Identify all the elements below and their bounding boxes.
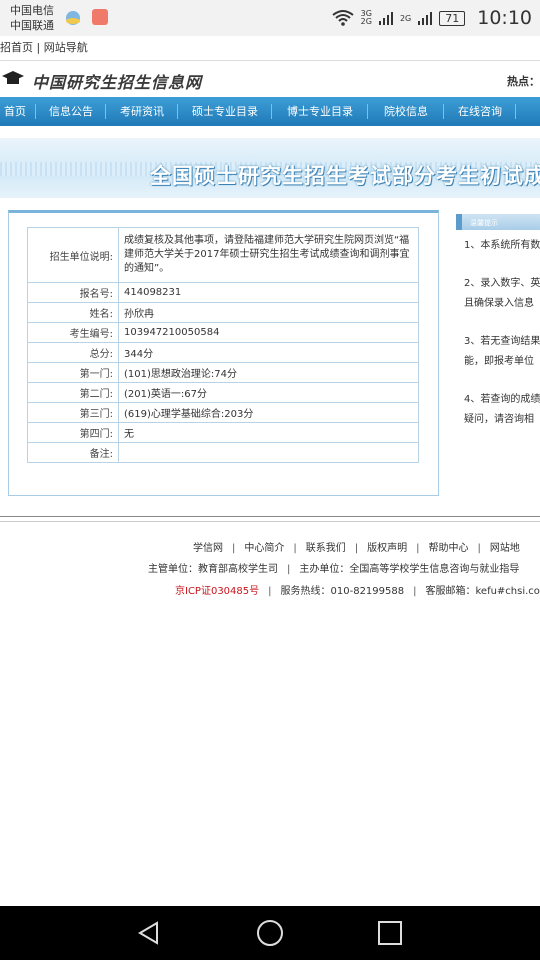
carrier-labels: 中国电信 中国联通 bbox=[10, 3, 54, 33]
nav-news[interactable]: 考研资讯 bbox=[106, 97, 178, 126]
tip-line: 能，即报考单位 bbox=[464, 356, 534, 367]
page-title: 全国硕士研究生招生考试部分考生初试成 bbox=[150, 164, 540, 188]
table-row: 第一门: (101)思想政治理论:74分 bbox=[27, 362, 419, 383]
row-value: 孙欣冉 bbox=[118, 302, 419, 323]
row-label: 第一门: bbox=[27, 362, 119, 383]
clock: 10:10 bbox=[477, 7, 532, 29]
row-value: 344分 bbox=[118, 342, 419, 363]
page-banner: 全国硕士研究生招生考试部分考生初试成 bbox=[0, 138, 540, 198]
footer-hotline: 服务热线：010-82199588 bbox=[280, 586, 405, 597]
battery-indicator: 71 bbox=[439, 10, 466, 26]
system-nav-bar bbox=[0, 906, 540, 960]
table-row: 备注: bbox=[27, 442, 419, 463]
row-value: 103947210050584 bbox=[118, 322, 419, 343]
row-value bbox=[118, 442, 419, 463]
row-value: (201)英语一:67分 bbox=[118, 382, 419, 403]
tip-line: 4、若查询的成绩 bbox=[464, 394, 540, 405]
tip-line: 3、若无查询结果 bbox=[464, 336, 540, 347]
footer-link-chsi[interactable]: 学信网 bbox=[193, 543, 223, 554]
row-label: 姓名: bbox=[27, 302, 119, 323]
carrier-1: 中国电信 bbox=[10, 4, 54, 17]
app-notification-icon bbox=[92, 9, 108, 25]
status-bar: 中国电信 中国联通 3G 2G 2G 71 10:10 bbox=[0, 0, 540, 36]
footer-contact: 京ICP证030485号 | 服务热线：010-82199588 | 客服邮箱：kefu… bbox=[175, 582, 540, 597]
table-row: 招生单位说明: 成绩复核及其他事项，请登陆福建师范大学研究生院网页浏览“福建师范… bbox=[27, 227, 419, 283]
nav-home[interactable]: 首页 bbox=[0, 97, 36, 126]
network-type-2: 2G bbox=[399, 13, 412, 23]
footer-email: 客服邮箱：kefu#chsi.com bbox=[425, 586, 540, 597]
row-label: 第二门: bbox=[27, 382, 119, 403]
score-table: 招生单位说明: 成绩复核及其他事项，请登陆福建师范大学研究生院网页浏览“福建师范… bbox=[27, 227, 419, 463]
row-value: (101)思想政治理论:74分 bbox=[118, 362, 419, 383]
footer-sponsor-b: 主办单位：全国高等学校学生信息咨询与就业指导 bbox=[299, 564, 520, 575]
table-row: 报名号: 414098231 bbox=[27, 282, 419, 303]
table-row: 第二门: (201)英语一:67分 bbox=[27, 382, 419, 403]
weather-icon bbox=[66, 11, 80, 25]
footer-link-sitemap[interactable]: 网站地 bbox=[490, 543, 520, 554]
table-row: 考生编号: 103947210050584 bbox=[27, 322, 419, 343]
row-value: 成绩复核及其他事项，请登陆福建师范大学研究生院网页浏览“福建师范大学关于2017… bbox=[118, 227, 419, 283]
score-result-panel: 招生单位说明: 成绩复核及其他事项，请登陆福建师范大学研究生院网页浏览“福建师范… bbox=[8, 210, 439, 496]
tip-line: 1、本系统所有数 bbox=[464, 240, 540, 251]
row-value: (619)心理学基础综合:203分 bbox=[118, 402, 419, 423]
row-label: 第三门: bbox=[27, 402, 119, 423]
wifi-icon bbox=[332, 10, 354, 26]
row-label: 招生单位说明: bbox=[27, 227, 119, 283]
footer-divider-2 bbox=[0, 521, 540, 522]
footer-icp[interactable]: 京ICP证030485号 bbox=[175, 586, 259, 597]
row-value: 无 bbox=[118, 422, 419, 443]
row-label: 第四门: bbox=[27, 422, 119, 443]
hot-label: 热点： bbox=[507, 75, 540, 88]
footer-link-copyright[interactable]: 版权声明 bbox=[367, 543, 407, 554]
nav-schools[interactable]: 院校信息 bbox=[368, 97, 444, 126]
table-row: 第三门: (619)心理学基础综合:203分 bbox=[27, 402, 419, 423]
tip-line: 疑问，请咨询相 bbox=[464, 414, 534, 425]
table-row: 姓名: 孙欣冉 bbox=[27, 302, 419, 323]
footer-sponsor-a: 主管单位：教育部高校学生司 bbox=[148, 564, 278, 575]
row-label: 考生编号: bbox=[27, 322, 119, 343]
footer-link-about[interactable]: 中心简介 bbox=[244, 543, 284, 554]
footer-divider bbox=[0, 516, 540, 517]
footer-link-contact[interactable]: 联系我们 bbox=[306, 543, 346, 554]
nav-masters-catalog[interactable]: 硕士专业目录 bbox=[178, 97, 272, 126]
tips-header-label: 温馨提示 bbox=[470, 219, 498, 227]
tip-line: 2、录入数字、英 bbox=[464, 278, 540, 289]
nav-consult[interactable]: 在线咨询 bbox=[444, 97, 516, 126]
site-logo[interactable]: 中国研究生招生信息网 bbox=[32, 69, 202, 93]
main-nav: 首页 信息公告 考研资讯 硕士专业目录 博士专业目录 院校信息 在线咨询 bbox=[0, 97, 540, 126]
footer-link-help[interactable]: 帮助中心 bbox=[429, 543, 469, 554]
row-label: 总分: bbox=[27, 342, 119, 363]
carrier-2: 中国联通 bbox=[10, 19, 54, 32]
tips-panel: 温馨提示 1、本系统所有数 2、录入数字、英 且确保录入信息 3、若无查询结果 … bbox=[456, 210, 540, 450]
graduation-cap-icon bbox=[2, 71, 24, 84]
nav-notices[interactable]: 信息公告 bbox=[36, 97, 106, 126]
signal-icon-2 bbox=[418, 12, 433, 25]
row-label: 报名号: bbox=[27, 282, 119, 303]
status-right: 3G 2G 2G 71 10:10 bbox=[331, 6, 532, 30]
top-links[interactable]: 招首页 | 网站导航 bbox=[0, 36, 540, 61]
table-row: 总分: 344分 bbox=[27, 342, 419, 363]
recents-icon[interactable] bbox=[377, 920, 403, 946]
row-value: 414098231 bbox=[118, 282, 419, 303]
signal-icon-1 bbox=[378, 12, 393, 25]
row-label: 备注: bbox=[27, 442, 119, 463]
footer-links: 学信网 | 中心简介 | 联系我们 | 版权声明 | 帮助中心 | 网站地 bbox=[193, 543, 520, 554]
table-row: 第四门: 无 bbox=[27, 422, 419, 443]
tips-header bbox=[456, 214, 540, 230]
tip-line: 且确保录入信息 bbox=[464, 298, 534, 309]
home-icon[interactable] bbox=[256, 919, 284, 947]
footer-sponsors: 主管单位：教育部高校学生司 | 主办单位：全国高等学校学生信息咨询与就业指导 bbox=[148, 564, 520, 575]
site-header: 中国研究生招生信息网 热点： bbox=[0, 61, 540, 97]
network-type: 3G 2G bbox=[360, 9, 372, 26]
nav-phd-catalog[interactable]: 博士专业目录 bbox=[272, 97, 368, 126]
back-icon[interactable] bbox=[136, 920, 162, 946]
